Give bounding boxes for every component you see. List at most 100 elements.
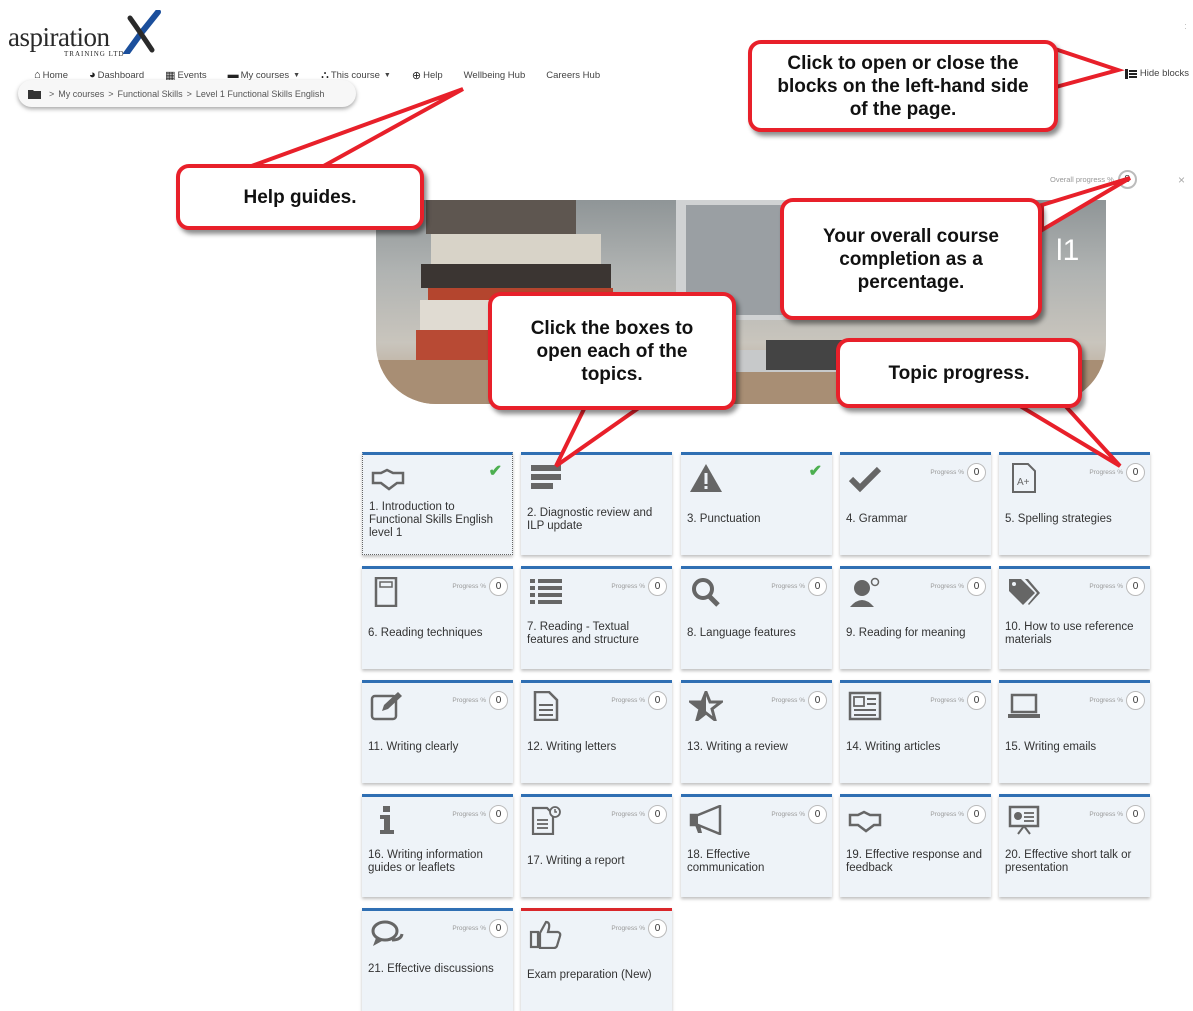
topic-progress-value: 0 [489,919,508,938]
topic-title: 9. Reading for meaning [846,627,966,639]
topic-progress-label: Progress % [452,697,486,704]
topic-progress-value: 0 [808,691,827,710]
nav-help[interactable]: ⊕ Help [412,69,443,82]
topic-tile[interactable]: Progress % 0 10. How to use reference mate… [999,566,1150,669]
topic-progress-label: Progress % [1089,469,1123,476]
topic-progress: Progress % 0 [1089,577,1145,596]
overall-progress-value: 8 [1117,170,1137,189]
topic-tile[interactable]: 2. Diagnostic review and ILP update [521,452,672,555]
star-icon [686,687,726,724]
overall-progress: Overall progress % 8 [1050,170,1137,189]
topic-tile[interactable]: Progress % 0 13. Writing a review [681,680,832,783]
hide-blocks-label: Hide blocks [1139,68,1189,79]
topic-tile[interactable]: Progress % 0 16. Writing information guide… [362,794,513,897]
nav-careers-hub[interactable]: Careers Hub [546,70,600,81]
topic-tile[interactable]: Progress % 0 11. Writing clearly [362,680,513,783]
nav-dashboard-label: Dashboard [97,69,145,81]
topic-title: 5. Spelling strategies [1005,513,1112,525]
topic-tile[interactable]: Progress % 0 4. Grammar [840,452,991,555]
laptop-icon [1007,691,1041,721]
caret-down-icon: ▼ [293,71,301,79]
topic-progress: Progress % 0 [1089,691,1145,710]
topic-progress-label: Progress % [1089,697,1123,704]
book-icon [370,576,404,608]
topic-tile[interactable]: Progress % 0 9. Reading for meaning [840,566,991,669]
topic-tile[interactable]: A+ Progress % 0 5. Spelling strategies [999,452,1150,555]
topic-progress: Progress % 0 [930,463,986,482]
topic-tile[interactable]: Progress % 0 8. Language features [681,566,832,669]
grade-file-icon: A+ [1007,463,1041,493]
callout-topics-text: Click the boxes to open each of the topi… [530,317,694,385]
callout-help: Help guides. [176,164,424,230]
topic-title: 19. Effective response and feedback [846,849,982,874]
completed-check-icon: ✔ [808,463,822,480]
topic-progress-value: 0 [967,463,986,482]
nav-my-courses-label: My courses [240,69,290,81]
topic-progress-label: Progress % [611,925,645,932]
topic-tile[interactable]: Progress % 0 18. Effective communication [681,794,832,897]
topic-title: 16. Writing information guides or leafle… [368,849,483,874]
topic-progress-value: 0 [808,577,827,596]
topic-progress-label: Progress % [452,583,486,590]
breadcrumb-current-course[interactable]: Level 1 Functional Skills English [196,89,325,99]
topic-title: 13. Writing a review [687,741,788,753]
topic-tile[interactable]: Progress % 0 12. Writing letters [521,680,672,783]
topic-progress-label: Progress % [1089,811,1123,818]
tags-icon [1007,577,1041,607]
hide-blocks-button[interactable]: Hide blocks [1124,68,1189,79]
person-idea-icon [848,577,882,607]
topic-progress-label: Progress % [611,583,645,590]
topic-progress: Progress % 0 [452,691,508,710]
callout-hide-blocks: Click to open or close the blocks on the… [748,40,1058,132]
topic-progress-value: 0 [1126,577,1145,596]
topic-progress: Progress % 0 [771,577,827,596]
topic-title: 18. Effective communication [687,849,765,874]
topic-progress-value: 0 [648,919,667,938]
nav-events-label: Events [177,69,207,81]
topic-title: 21. Effective discussions [368,963,494,975]
topic-title: 17. Writing a report [527,855,625,867]
topic-title: 12. Writing letters [527,741,617,753]
topic-tile[interactable]: Progress % 0 17. Writing a report [521,794,672,897]
topic-tile[interactable]: ✔ 3. Punctuation [681,452,832,555]
topic-progress-label: Progress % [611,811,645,818]
topic-progress: Progress % 0 [452,805,508,824]
nav-wellbeing-hub[interactable]: Wellbeing Hub [464,70,526,81]
topic-progress-value: 0 [489,577,508,596]
topic-progress-value: 0 [1126,691,1145,710]
topic-progress-value: 0 [808,805,827,824]
topic-progress: Progress % 0 [452,577,508,596]
topic-title: 14. Writing articles [846,741,941,753]
report-icon [529,805,563,836]
logo-wordmark: aspiration [8,22,110,52]
topic-progress-label: Progress % [611,697,645,704]
topic-title: 8. Language features [687,627,796,639]
topic-title: 10. How to use reference materials [1005,621,1134,646]
logo-subtitle: TRAINING LTD [64,50,125,58]
logo-x-icon [123,10,161,54]
topic-progress: Progress % 0 [452,919,508,938]
breadcrumb-functional-skills[interactable]: Functional Skills [118,89,183,99]
topic-tile[interactable]: Progress % 0 14. Writing articles [840,680,991,783]
topic-progress-label: Progress % [452,811,486,818]
site-logo[interactable]: aspiration TRAINING LTD [8,10,161,60]
topic-title: 3. Punctuation [687,513,761,525]
svg-text:A+: A+ [1017,477,1030,488]
topic-title: 1. Introduction to Functional Skills Eng… [369,501,494,539]
topic-tile[interactable]: Progress % 0 15. Writing emails [999,680,1150,783]
topic-tile[interactable]: Progress % 0 6. Reading techniques [362,566,513,669]
topic-tile[interactable]: Progress % 0 20. Effective short talk or p… [999,794,1150,897]
more-menu-icon[interactable]: · · [1184,20,1187,33]
topic-progress: Progress % 0 [771,691,827,710]
callout-hide-blocks-text: Click to open or close the blocks on the… [777,52,1029,120]
megaphone-icon [689,804,723,836]
close-icon[interactable]: × [1178,173,1185,187]
callout-topic-progress: Topic progress. [836,338,1082,408]
banner-text: l1 [1056,234,1079,267]
topic-tile[interactable]: Progress % 0 19. Effective response and fe… [840,794,991,897]
nav-wellbeing-label: Wellbeing Hub [463,69,526,81]
lifebuoy-icon: ⊕ [411,69,422,82]
topic-tile[interactable]: Progress % 0 7. Reading - Textual features… [521,566,672,669]
breadcrumb-my-courses[interactable]: My courses [58,89,104,99]
topic-tile[interactable]: ✔ 1. Introduction to Functional Skills En… [362,452,513,555]
